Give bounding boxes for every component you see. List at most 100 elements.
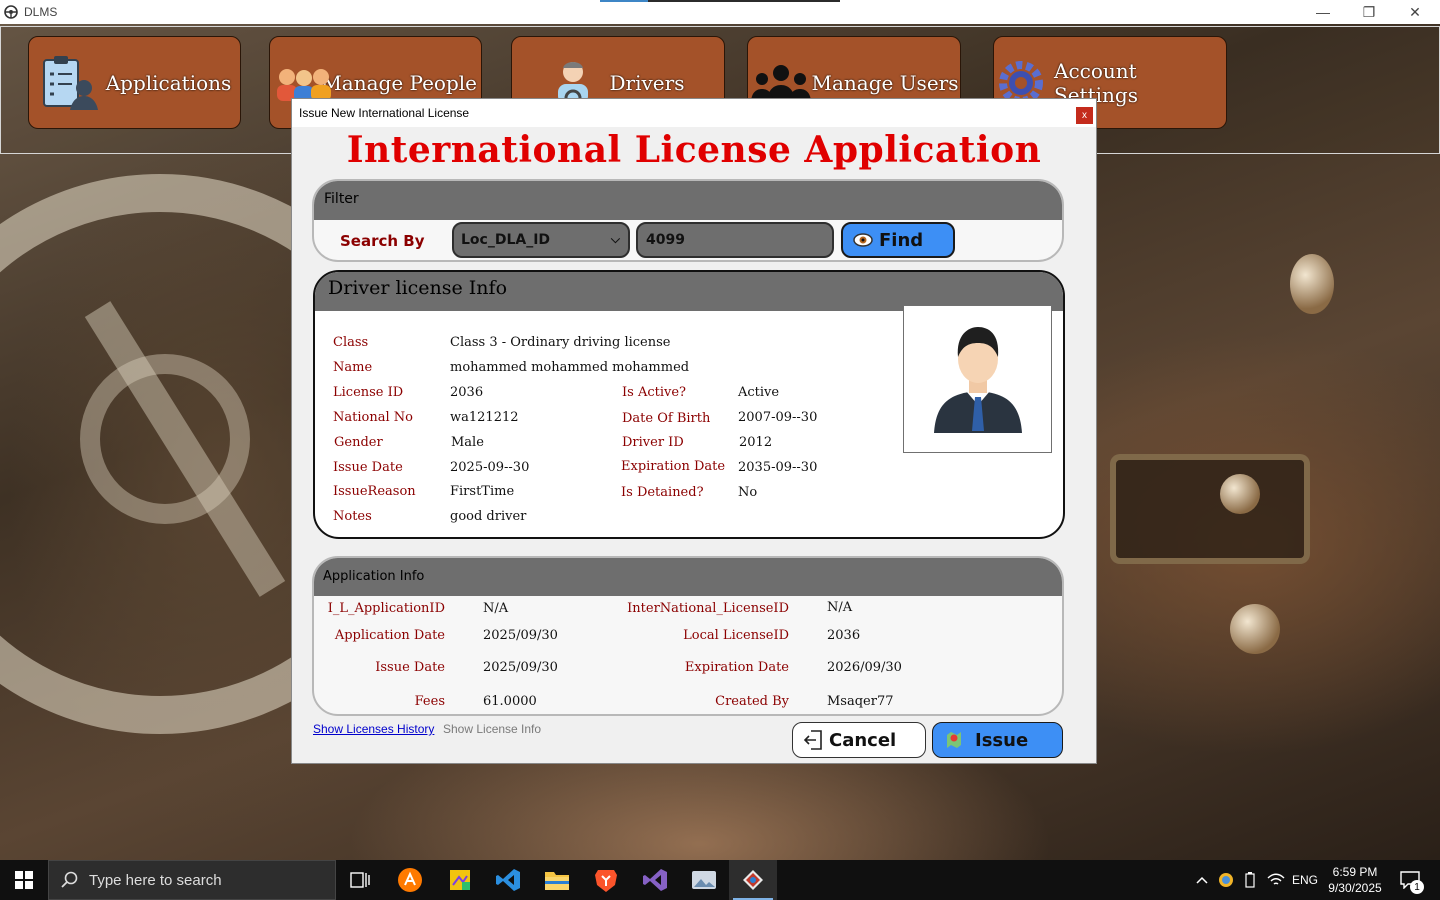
visual-studio-icon[interactable]	[631, 860, 679, 900]
application-info-group: Application Info I_L_ApplicationID N/A A…	[312, 556, 1064, 716]
driver-id-label: Driver ID	[622, 435, 684, 450]
is-detained-value: No	[738, 485, 758, 500]
gender-value: Male	[451, 435, 484, 450]
notes-label: Notes	[333, 509, 372, 524]
local-license-id-label: Local LicenseID	[683, 628, 789, 643]
application-issue-date-value: 2025/09/30	[483, 660, 558, 675]
search-icon	[61, 871, 78, 888]
international-license-id-value: N/A	[827, 600, 853, 615]
task-view-icon[interactable]	[336, 860, 384, 900]
national-no-label: National No	[333, 410, 413, 425]
name-label: Name	[333, 360, 373, 375]
search-input[interactable]: 4099	[636, 222, 834, 258]
brave-icon[interactable]	[582, 860, 630, 900]
application-expiration-date-value: 2026/09/30	[827, 660, 902, 675]
application-expiration-date-label: Expiration Date	[684, 660, 789, 675]
clock[interactable]: 6:59 PM 9/30/2025	[1322, 860, 1388, 900]
dialog-title: Issue New International License	[299, 106, 470, 120]
class-label: Class	[333, 335, 369, 350]
il-application-id-value: N/A	[483, 601, 509, 616]
minimize-button[interactable]: —	[1300, 0, 1346, 24]
nav-applications-button[interactable]: Applications	[28, 36, 241, 129]
filter-group: Filter Search By Loc_DLA_ID ⌵ 4099 Find	[312, 179, 1064, 262]
expiration-date-label: Expiration Date	[621, 459, 726, 474]
driver-id-value: 2012	[739, 435, 773, 450]
taskbar-search-box[interactable]: Type here to search	[48, 860, 336, 900]
find-button[interactable]: Find	[841, 222, 955, 258]
users-icon	[750, 64, 811, 103]
taskbar-search-placeholder: Type here to search	[89, 871, 222, 889]
fees-label: Fees	[414, 694, 445, 709]
app-logo-icon	[4, 5, 18, 19]
fees-value: 61.0000	[483, 694, 537, 709]
search-by-select[interactable]: Loc_DLA_ID ⌵	[452, 222, 630, 258]
exit-icon	[803, 730, 822, 750]
wifi-icon[interactable]	[1264, 860, 1288, 900]
clock-date: 9/30/2025	[1328, 881, 1382, 895]
notes-value: good driver	[450, 509, 527, 524]
nav-manage-users-label: Manage Users	[811, 70, 959, 95]
is-active-value: Active	[738, 385, 780, 400]
il-application-id-label: I_L_ApplicationID	[327, 601, 445, 616]
gender-label: Gender	[334, 435, 383, 450]
date-of-birth-label: Date Of Birth	[622, 411, 711, 426]
issue-date-label: Issue Date	[333, 460, 403, 475]
nav-applications-label: Applications	[105, 70, 232, 95]
national-no-value: wa121212	[450, 410, 519, 425]
expiration-date-value: 2035-09--30	[738, 460, 818, 475]
dialog-close-button[interactable]: x	[1076, 107, 1093, 124]
show-licenses-history-link[interactable]: Show Licenses History	[313, 722, 434, 736]
issue-button[interactable]: Issue	[932, 722, 1063, 758]
issue-international-license-dialog: Issue New International License x Intern…	[291, 98, 1097, 764]
class-value: Class 3 - Ordinary driving license	[450, 335, 671, 350]
notification-count-badge: 1	[1410, 880, 1424, 894]
windows-logo-icon	[15, 871, 33, 889]
cancel-button[interactable]: Cancel	[792, 722, 926, 758]
whiteboard-icon[interactable]	[436, 860, 484, 900]
date-of-birth-value: 2007-09--30	[738, 410, 818, 425]
eye-icon	[853, 233, 873, 247]
chevron-down-icon: ⌵	[610, 232, 620, 246]
start-button[interactable]	[0, 860, 48, 900]
driver-license-info-group: Driver license Info Class Class 3 - Ordi…	[313, 270, 1065, 539]
person-avatar-icon	[933, 327, 1022, 433]
issue-date-value: 2025-09--30	[450, 460, 530, 475]
nav-drivers-label: Drivers	[609, 70, 685, 95]
find-button-label: Find	[879, 229, 924, 251]
issue-reason-value: FirstTime	[450, 484, 515, 499]
map-pin-icon	[947, 732, 961, 748]
page-title: International License Application	[346, 129, 1042, 171]
language-indicator[interactable]: ENG	[1290, 860, 1320, 900]
issue-reason-label: IssueReason	[333, 484, 416, 499]
filter-header: Filter	[314, 181, 1062, 220]
show-hidden-icons-chevron-icon[interactable]	[1192, 860, 1212, 900]
taskbar: Type here to search ENG 6:59 PM 9/30/202…	[0, 860, 1440, 900]
is-active-label: Is Active?	[622, 385, 686, 400]
battery-icon[interactable]	[1240, 860, 1260, 900]
search-by-value: Loc_DLA_ID	[461, 232, 551, 248]
license-id-label: License ID	[333, 385, 404, 400]
notification-center-button[interactable]: 1	[1396, 860, 1424, 900]
search-input-value: 4099	[646, 232, 685, 248]
clock-time: 6:59 PM	[1332, 865, 1378, 879]
file-explorer-icon[interactable]	[533, 860, 581, 900]
application-info-header: Application Info	[314, 558, 1062, 596]
photos-icon[interactable]	[680, 860, 728, 900]
onedrive-icon[interactable]	[1216, 860, 1236, 900]
dlms-app-icon[interactable]	[729, 860, 777, 900]
vscode-icon[interactable]	[484, 860, 532, 900]
cancel-button-label: Cancel	[829, 729, 897, 751]
local-license-id-value: 2036	[827, 628, 861, 643]
license-id-value: 2036	[450, 385, 484, 400]
name-value: mohammed mohammed mohammed	[450, 360, 690, 375]
search-by-label: Search By	[340, 232, 425, 250]
show-license-info-link[interactable]: Show License Info	[443, 722, 541, 736]
clipboard-user-icon	[42, 55, 98, 110]
window-title: DLMS	[24, 5, 58, 19]
avast-icon[interactable]	[386, 860, 434, 900]
close-window-button[interactable]: ✕	[1392, 0, 1438, 24]
application-date-label: Application Date	[334, 628, 445, 643]
international-license-id-label: InterNational_LicenseID	[627, 601, 789, 616]
created-by-value: Msaqer77	[827, 694, 894, 709]
restore-button[interactable]: ❐	[1346, 0, 1392, 24]
